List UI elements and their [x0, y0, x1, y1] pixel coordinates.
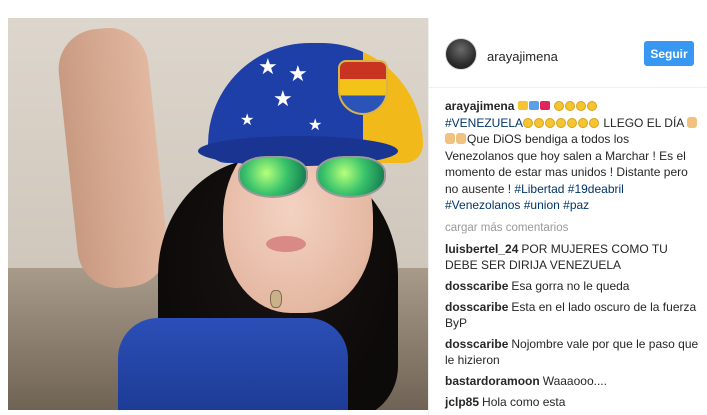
- cap-star-icon: ★: [308, 117, 323, 134]
- cap-star-icon: ★: [240, 112, 255, 129]
- comment-text: Esa gorra no le queda: [511, 279, 630, 293]
- heart-emoji-icon: [517, 99, 551, 113]
- comment-text: Waaaooo....: [542, 374, 607, 388]
- post-photo[interactable]: ★ ★ ★ ★ ★: [8, 18, 428, 410]
- comment-author[interactable]: jclp85: [445, 395, 479, 409]
- post-side-panel: arayajimena Seguir arayajimena #VENEZUEL…: [428, 18, 707, 415]
- photo-shirt: [118, 318, 348, 410]
- cap-star-icon: ★: [258, 54, 278, 79]
- sunglasses-lens-right: [316, 156, 386, 198]
- caption-text-2: Que DiOS bendiga a todos los Venezolanos…: [445, 132, 688, 196]
- comment-item: dosscaribe Nojombre vale por que le paso …: [445, 336, 701, 368]
- load-more-comments-link[interactable]: cargar más comentarios: [445, 222, 568, 234]
- comment-author[interactable]: luisbertel_24: [445, 242, 518, 256]
- comment-item: jclp85 Hola como esta: [445, 394, 701, 410]
- avatar[interactable]: [445, 38, 477, 70]
- comment-item: dosscaribe Esta en el lado oscuro de la f…: [445, 299, 701, 331]
- hashtag-paz[interactable]: #paz: [563, 198, 589, 212]
- sunglasses-lens-left: [238, 156, 308, 198]
- cap-crest-icon: [338, 60, 388, 115]
- comment-author[interactable]: dosscaribe: [445, 337, 508, 351]
- cap-star-icon: ★: [273, 86, 293, 111]
- caption-author[interactable]: arayajimena: [445, 99, 514, 113]
- comments-list: luisbertel_24 POR MUJERES COMO TU DEBE SE…: [445, 241, 701, 415]
- post-frame: ★ ★ ★ ★ ★ arayajimena Seguir arayajimena…: [0, 0, 707, 415]
- comment-item: bastardoramoon Waaaooo....: [445, 373, 701, 389]
- hashtag-19deabril[interactable]: #19deabril: [568, 182, 624, 196]
- comment-author[interactable]: bastardoramoon: [445, 374, 540, 388]
- photo-pendant: [270, 290, 282, 308]
- face-emoji-icon: [523, 116, 600, 130]
- header-username[interactable]: arayajimena: [487, 49, 558, 64]
- photo-sunglasses: [238, 156, 388, 201]
- hashtag-venezolanos[interactable]: #Venezolanos: [445, 198, 520, 212]
- cap-star-icon: ★: [288, 61, 308, 86]
- face-emoji-icon: [554, 99, 598, 113]
- comment-author[interactable]: dosscaribe: [445, 300, 508, 314]
- comment-item: dosscaribe Esa gorra no le queda: [445, 278, 701, 294]
- hashtag-union[interactable]: #union: [524, 198, 560, 212]
- comment-text: Hola como esta: [482, 395, 566, 409]
- comment-author[interactable]: dosscaribe: [445, 279, 508, 293]
- follow-button[interactable]: Seguir: [644, 41, 694, 66]
- post-header: arayajimena Seguir: [429, 18, 707, 88]
- hashtag-libertad[interactable]: #Libertad: [514, 182, 564, 196]
- caption-text-1: LLEGO EL DÍA: [600, 115, 687, 130]
- comment-item: luisbertel_24 POR MUJERES COMO TU DEBE SE…: [445, 241, 701, 273]
- hashtag-venezuela[interactable]: #VENEZUELA: [445, 116, 523, 130]
- post-caption: arayajimena #VENEZUELA LLEGO EL DÍA Que …: [445, 98, 699, 214]
- photo-lips: [266, 236, 306, 252]
